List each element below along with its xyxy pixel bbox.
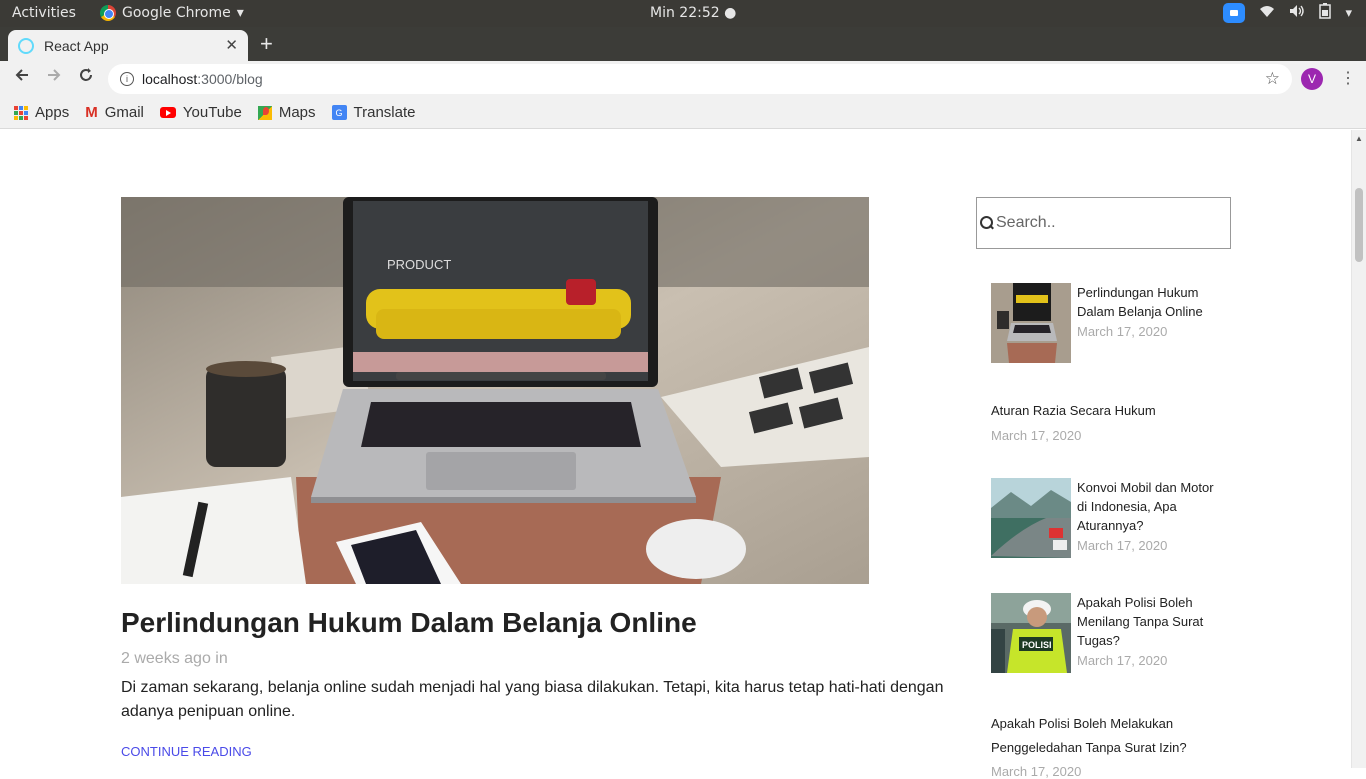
react-icon xyxy=(18,37,34,54)
sidebar-post-item[interactable]: POLISI Apakah Polisi Boleh Menilang Tanp… xyxy=(991,593,1226,673)
sidebar-post-date: March 17, 2020 xyxy=(991,428,1082,443)
post-meta: 2 weeks ago in xyxy=(121,650,228,667)
chrome-icon xyxy=(100,5,116,21)
post-thumbnail[interactable] xyxy=(991,478,1071,558)
bookmark-gmail[interactable]: M Gmail xyxy=(85,104,144,121)
app-menu[interactable]: Google Chrome ▾ xyxy=(100,5,244,21)
sidebar-post-title[interactable]: Konvoi Mobil dan Motor di Indonesia, Apa… xyxy=(1077,478,1222,535)
battery-icon xyxy=(1319,3,1332,23)
apps-grid-icon xyxy=(14,105,28,120)
tab-react-app[interactable]: React App ✕ xyxy=(8,30,248,61)
sidebar-post-title[interactable]: Apakah Polisi Boleh Melakukan Penggeleda… xyxy=(991,712,1226,760)
bookmark-label: Apps xyxy=(35,104,70,121)
chevron-down-icon: ▾ xyxy=(1345,5,1352,21)
post-hero-image[interactable]: PRODUCT xyxy=(121,197,869,584)
close-icon[interactable]: ✕ xyxy=(225,36,238,54)
search-box[interactable] xyxy=(976,197,1231,249)
sidebar-post-item[interactable]: Perlindungan Hukum Dalam Belanja Online … xyxy=(991,283,1226,363)
search-input[interactable] xyxy=(996,214,1216,232)
info-icon[interactable]: i xyxy=(120,72,134,86)
sidebar-post-date: March 17, 2020 xyxy=(1077,324,1168,339)
search-icon xyxy=(980,216,994,230)
sidebar-post-text: Konvoi Mobil dan Motor di Indonesia, Apa… xyxy=(1077,478,1222,553)
scroll-thumb[interactable] xyxy=(1355,188,1363,262)
gmail-icon: M xyxy=(85,104,98,121)
bookmark-star-icon[interactable]: ☆ xyxy=(1265,69,1280,89)
scroll-up-arrow-icon[interactable]: ▲ xyxy=(1355,134,1363,143)
url-host: localhost xyxy=(142,71,198,87)
sidebar-post-item[interactable]: Aturan Razia Secara Hukum March 17, 2020 xyxy=(991,401,1226,443)
sidebar-post-date: March 17, 2020 xyxy=(1077,653,1168,668)
forward-icon[interactable] xyxy=(42,67,66,88)
sidebar-post-title[interactable]: Aturan Razia Secara Hukum xyxy=(991,401,1226,420)
youtube-icon xyxy=(159,107,176,118)
bookmark-youtube[interactable]: YouTube xyxy=(159,104,242,121)
bookmark-label: Translate xyxy=(353,104,416,121)
continue-reading-link[interactable]: CONTINUE READING xyxy=(121,744,252,759)
bookmark-apps[interactable]: Apps xyxy=(14,104,69,121)
url-path: :3000/blog xyxy=(197,71,263,87)
reload-icon[interactable] xyxy=(74,67,98,88)
sidebar-post-text: Apakah Polisi Boleh Menilang Tanpa Surat… xyxy=(1077,593,1222,668)
zoom-icon[interactable] xyxy=(1223,3,1246,23)
post-title[interactable]: Perlindungan Hukum Dalam Belanja Online xyxy=(121,607,697,639)
wifi-icon xyxy=(1259,4,1275,22)
volume-icon xyxy=(1289,4,1305,22)
chevron-down-icon: ▾ xyxy=(236,5,244,21)
screen-product-text: PRODUCT xyxy=(387,257,451,272)
maps-icon xyxy=(257,105,272,120)
sidebar-post-title[interactable]: Apakah Polisi Boleh Menilang Tanpa Surat… xyxy=(1077,593,1222,650)
address-bar[interactable]: i localhost:3000/blog ☆ xyxy=(108,64,1292,94)
sidebar-post-date: March 17, 2020 xyxy=(1077,538,1168,553)
browser-toolbar: i localhost:3000/blog ☆ V ⋮ xyxy=(0,61,1366,97)
translate-icon: G xyxy=(331,105,347,120)
bookmark-maps[interactable]: Maps xyxy=(257,104,316,121)
sidebar-post-item[interactable]: Konvoi Mobil dan Motor di Indonesia, Apa… xyxy=(991,478,1226,558)
post-excerpt: Di zaman sekarang, belanja online sudah … xyxy=(121,679,944,720)
new-tab-button[interactable]: + xyxy=(260,31,273,57)
activities-button[interactable]: Activities xyxy=(12,5,76,21)
avatar[interactable]: V xyxy=(1301,68,1323,90)
tab-strip: React App ✕ + xyxy=(0,27,1366,61)
sidebar-post-date: March 17, 2020 xyxy=(991,764,1082,779)
sidebar-post-title[interactable]: Perlindungan Hukum Dalam Belanja Online xyxy=(1077,283,1222,321)
bookmark-translate[interactable]: G Translate xyxy=(331,104,416,121)
app-menu-label: Google Chrome xyxy=(122,5,231,21)
bookmarks-bar: Apps M Gmail YouTube Maps G Translate xyxy=(0,97,1366,129)
clock[interactable]: Min 22:52 ● xyxy=(650,5,736,21)
sidebar-post-item[interactable]: Apakah Polisi Boleh Melakukan Penggeleda… xyxy=(991,712,1226,779)
post-thumbnail[interactable]: POLISI xyxy=(991,593,1071,673)
sidebar-post-text: Perlindungan Hukum Dalam Belanja Online … xyxy=(1077,283,1222,339)
tab-title: React App xyxy=(44,37,109,54)
post-thumbnail[interactable] xyxy=(991,283,1071,363)
system-tray[interactable]: ▾ xyxy=(1223,3,1352,23)
bookmark-label: Maps xyxy=(278,104,316,121)
gnome-top-bar: Activities Google Chrome ▾ Min 22:52 ● ▾ xyxy=(0,0,1366,27)
kebab-menu-icon[interactable]: ⋮ xyxy=(1340,68,1356,88)
back-icon[interactable] xyxy=(10,67,34,88)
page-scrollbar[interactable]: ▲ xyxy=(1351,130,1366,768)
bookmark-label: Gmail xyxy=(104,104,144,121)
bookmark-label: YouTube xyxy=(182,104,242,121)
svg-text:POLISI: POLISI xyxy=(1022,640,1052,650)
